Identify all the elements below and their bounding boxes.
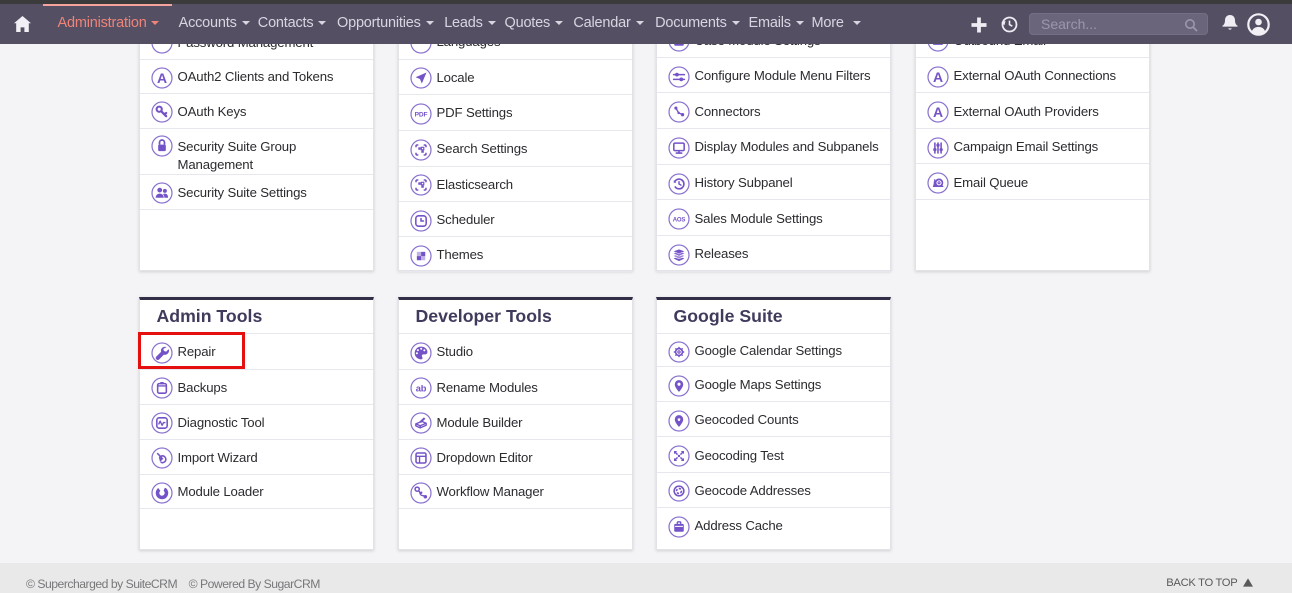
svg-text:A: A [933,104,943,120]
svg-text:AOS: AOS [673,217,686,223]
svg-text:PDF: PDF [415,112,428,119]
svg-text:A: A [157,70,167,86]
svg-text:A: A [933,68,943,84]
svg-text:ab: ab [416,384,427,394]
